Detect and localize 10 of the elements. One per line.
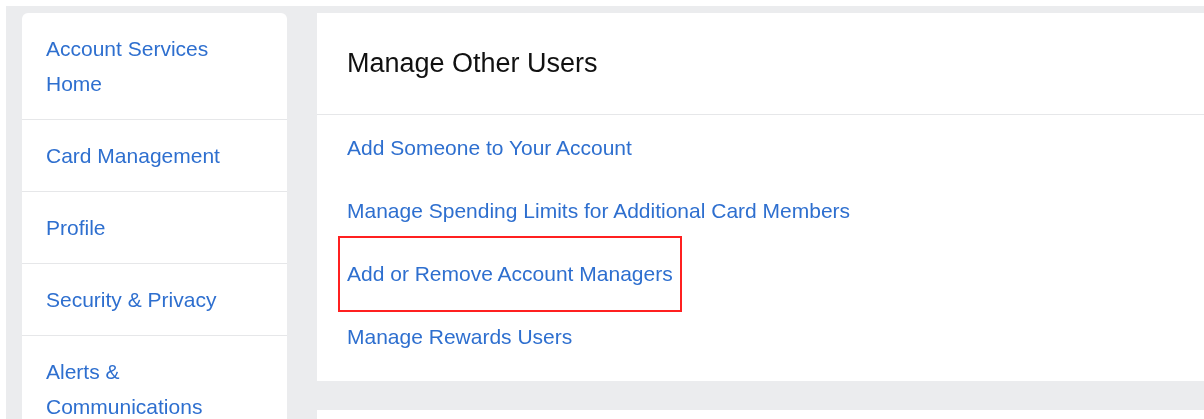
panel-link[interactable]: Manage Rewards Users bbox=[338, 324, 582, 349]
sidebar-item[interactable]: Card Management bbox=[22, 120, 287, 192]
panel-title: Manage Other Users bbox=[347, 47, 598, 81]
panel-link[interactable]: Add Someone to Your Account bbox=[338, 135, 641, 160]
sidebar-item[interactable]: Alerts & Communications bbox=[22, 336, 287, 419]
sidebar-item[interactable]: Security & Privacy bbox=[22, 264, 287, 336]
sidebar-item[interactable]: Profile bbox=[22, 192, 287, 264]
panel-link[interactable]: Manage Spending Limits for Additional Card Members bbox=[338, 198, 860, 223]
sidebar-item[interactable]: Account Services Home bbox=[22, 13, 287, 120]
panel-link[interactable]: Add or Remove Account Managers bbox=[338, 235, 682, 312]
